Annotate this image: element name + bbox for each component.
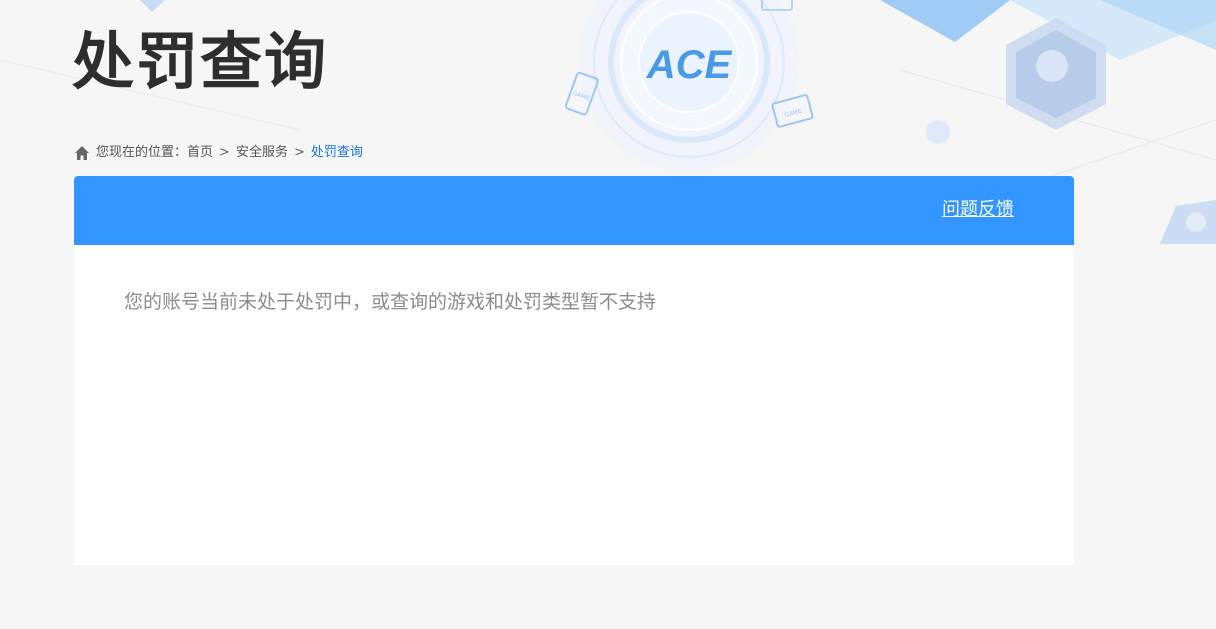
svg-text:GAME: GAME (784, 108, 803, 119)
character-thumbnail-icon (1160, 200, 1216, 244)
result-panel: 问题反馈 您的账号当前未处于处罚中，或查询的游戏和处罚类型暂不支持 (74, 176, 1074, 565)
breadcrumb-prefix: 您现在的位置： (96, 145, 188, 160)
panel-header: 问题反馈 (74, 176, 1074, 245)
page-title: 处罚查询 (72, 25, 329, 98)
svg-text:GAME: GAME (571, 90, 590, 103)
breadcrumb-separator: > (293, 145, 305, 160)
game-phone-icon: GAME (564, 71, 599, 116)
breadcrumb: 您现在的位置： 首页 > 安全服务 > 处罚查询 (74, 143, 363, 163)
breadcrumb-item-security-services[interactable]: 安全服务 (236, 143, 288, 163)
breadcrumb-item-current: 处罚查询 (310, 145, 363, 160)
panel-body: 您的账号当前未处于处罚中，或查询的游戏和处罚类型暂不支持 (74, 245, 1074, 359)
breadcrumb-item-home[interactable]: 首页 (187, 143, 213, 163)
character-portrait-icon (1006, 18, 1106, 130)
game-tablet-icon (761, 0, 793, 11)
game-monitor-icon: GAME (771, 94, 814, 128)
feedback-link[interactable]: 问题反馈 (942, 198, 1014, 222)
status-message: 您的账号当前未处于处罚中，或查询的游戏和处罚类型暂不支持 (124, 291, 657, 313)
home-icon (75, 146, 89, 160)
breadcrumb-separator: > (219, 145, 230, 160)
svg-text:ACE: ACE (646, 43, 733, 87)
page: ACE GAME GAME 处罚查询 您现在的位置： 首页 > 安全服务 > 处… (0, 0, 1216, 629)
ace-logo-icon: ACE (579, 0, 799, 172)
